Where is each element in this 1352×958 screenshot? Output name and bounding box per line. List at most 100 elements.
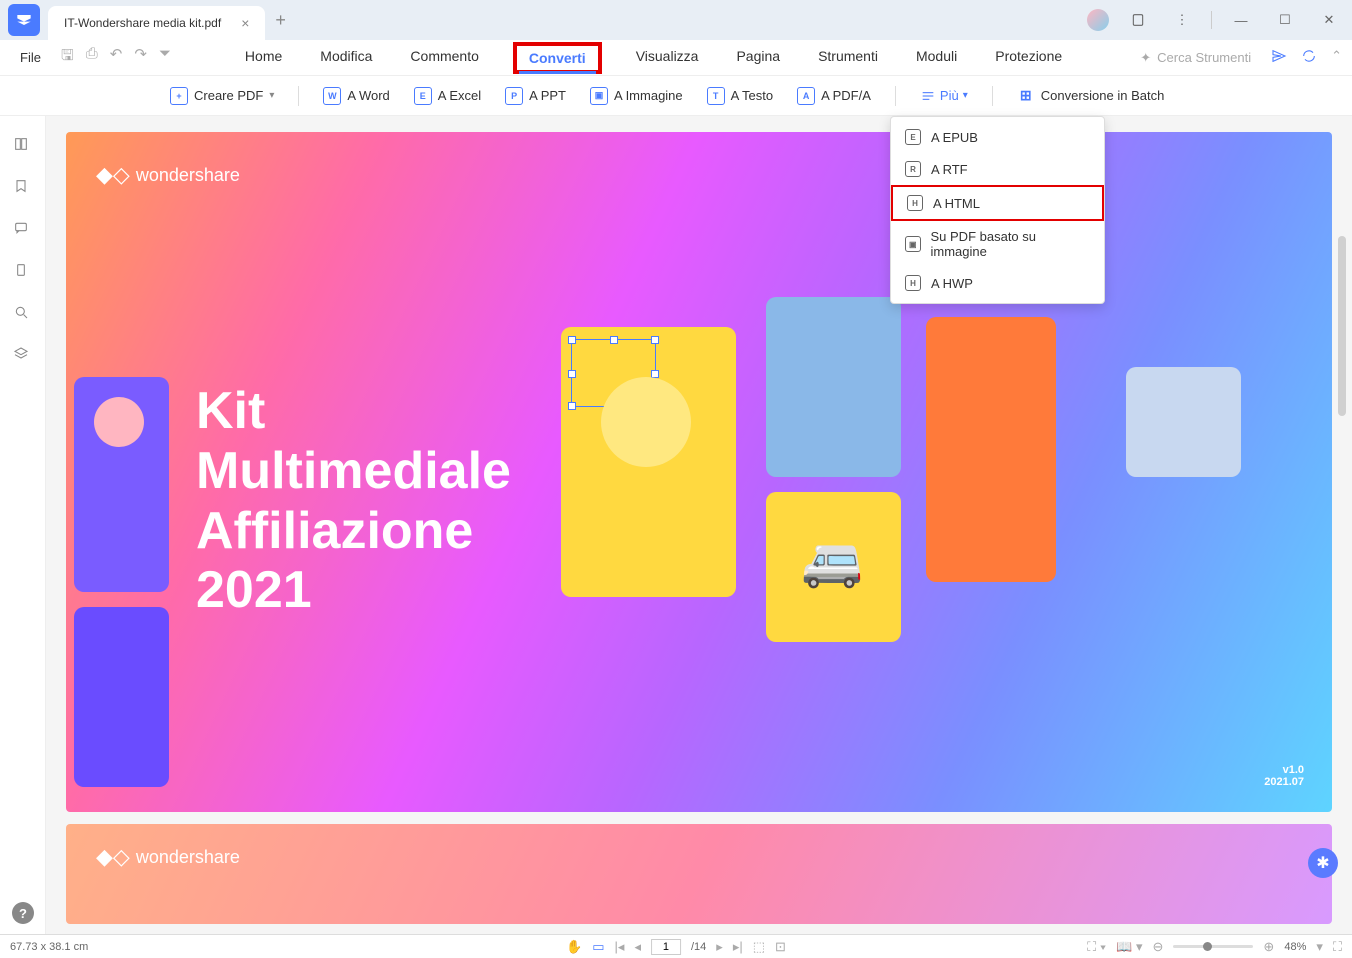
bookmark-icon[interactable] <box>13 178 33 198</box>
chevron-down-icon: ▾ <box>963 90 968 101</box>
sync-icon[interactable] <box>1301 48 1317 67</box>
to-hwp-item[interactable]: HA HWP <box>891 267 1104 299</box>
to-text-button[interactable]: TA Testo <box>707 87 773 105</box>
to-excel-button[interactable]: EA Excel <box>414 87 481 105</box>
tab-commento[interactable]: Commento <box>406 42 482 74</box>
hand-tool-icon[interactable]: ✋ <box>566 939 582 955</box>
minimize-button[interactable]: — <box>1226 5 1256 35</box>
html-icon: H <box>907 195 923 211</box>
help-button[interactable]: ? <box>12 902 34 924</box>
chevron-down-icon[interactable]: ▾ <box>1316 939 1323 955</box>
to-ppt-button[interactable]: PA PPT <box>505 87 566 105</box>
imgpdf-icon: ▣ <box>905 236 921 252</box>
to-epub-item[interactable]: EA EPUB <box>891 121 1104 153</box>
zoom-out-icon[interactable]: ⊖ <box>1153 939 1164 955</box>
last-page-icon[interactable]: ▸| <box>733 939 743 955</box>
assistant-button[interactable]: ✱ <box>1308 848 1338 878</box>
titlebar: IT-Wondershare media kit.pdf × + ⋮ — ☐ ✕ <box>0 0 1352 40</box>
kebab-menu-icon[interactable]: ⋮ <box>1167 5 1197 35</box>
tab-converti[interactable]: Converti <box>513 42 602 74</box>
statusbar: 67.73 x 38.1 cm ✋ ▭ |◂ ◂ /14 ▸ ▸| ⬚ ⊡ ⛶ … <box>0 934 1352 958</box>
to-image-button[interactable]: ▣A Immagine <box>590 87 683 105</box>
menubar: File 🖫 ⎙ ↶ ↷ ⏷ Home Modifica Commento Co… <box>0 40 1352 76</box>
zoom-in-icon[interactable]: ⊕ <box>1263 939 1274 955</box>
epub-icon: E <box>905 129 921 145</box>
to-image-pdf-item[interactable]: ▣Su PDF basato su immagine <box>891 221 1104 267</box>
read-mode-icon[interactable]: 📖 ▾ <box>1116 939 1142 955</box>
tab-home[interactable]: Home <box>241 42 286 74</box>
file-menu[interactable]: File <box>10 44 51 71</box>
fit-width-icon[interactable]: ⬚ <box>753 939 765 955</box>
to-rtf-item[interactable]: RA RTF <box>891 153 1104 185</box>
hwp-icon: H <box>905 275 921 291</box>
document-viewport[interactable]: W ◆◇ wondershare Kit Multimediale Affili… <box>46 116 1352 934</box>
version-label: v1.0 2021.07 <box>1264 764 1304 788</box>
new-tab-button[interactable]: + <box>275 10 286 31</box>
search-placeholder: Cerca Strumenti <box>1157 50 1251 65</box>
fit-page-icon[interactable]: ⊡ <box>775 939 786 955</box>
notes-icon[interactable] <box>1123 5 1153 35</box>
view-mode-icon[interactable]: ⛶ ▾ <box>1087 939 1106 955</box>
prev-page-icon[interactable]: ◂ <box>634 939 641 955</box>
pdf-page-2: ◆◇ wondershare <box>66 824 1332 924</box>
convert-toolbar: + Creare PDF ▾ WA Word EA Excel PA PPT ▣… <box>0 76 1352 116</box>
tab-strumenti[interactable]: Strumenti <box>814 42 882 74</box>
tab-modifica[interactable]: Modifica <box>316 42 376 74</box>
zoom-value[interactable]: 48% <box>1284 941 1306 953</box>
user-avatar[interactable] <box>1087 9 1109 31</box>
brand-logo: ◆◇ wondershare <box>96 844 240 870</box>
photo-card <box>766 492 901 642</box>
scrollbar[interactable] <box>1338 236 1346 416</box>
more-button[interactable]: Più ▾ <box>920 88 968 104</box>
next-page-icon[interactable]: ▸ <box>716 939 723 955</box>
qat-chevron-icon[interactable]: ⏷ <box>159 45 171 70</box>
to-word-button[interactable]: WA Word <box>323 87 389 105</box>
close-tab-icon[interactable]: × <box>241 15 249 31</box>
redo-icon[interactable]: ↷ <box>134 45 147 70</box>
page-total: /14 <box>691 941 706 953</box>
app-logo[interactable] <box>8 4 40 36</box>
tab-pagina[interactable]: Pagina <box>732 42 784 74</box>
document-tab[interactable]: IT-Wondershare media kit.pdf × <box>48 6 265 40</box>
thumbnails-icon[interactable] <box>13 136 33 156</box>
more-dropdown: EA EPUB RA RTF HA HTML ▣Su PDF basato su… <box>890 116 1105 304</box>
page-title: Kit Multimediale Affiliazione 2021 <box>196 382 511 621</box>
print-icon[interactable]: ⎙ <box>86 45 98 70</box>
photo-card-selected[interactable] <box>561 327 736 597</box>
batch-icon: ⊞ <box>1017 87 1035 105</box>
page-number-input[interactable] <box>651 939 681 955</box>
close-window-button[interactable]: ✕ <box>1314 5 1344 35</box>
to-pdfa-button[interactable]: AA PDF/A <box>797 87 871 105</box>
tab-protezione[interactable]: Protezione <box>991 42 1066 74</box>
layers-icon[interactable] <box>13 346 33 366</box>
select-tool-icon[interactable]: ▭ <box>592 939 604 955</box>
page-dimensions: 67.73 x 38.1 cm <box>10 941 88 953</box>
batch-conversion-button[interactable]: ⊞ Conversione in Batch <box>1017 87 1165 105</box>
search-icon[interactable] <box>13 304 33 324</box>
fullscreen-icon[interactable]: ⛶ <box>1333 939 1342 955</box>
chevron-down-icon: ▾ <box>269 90 274 101</box>
attachment-icon[interactable] <box>13 262 33 282</box>
chevron-up-icon[interactable]: ⌃ <box>1331 48 1342 67</box>
photo-card <box>1126 367 1241 477</box>
to-html-item[interactable]: HA HTML <box>891 185 1104 221</box>
search-tools[interactable]: ✦ Cerca Strumenti <box>1140 50 1251 66</box>
photo-card <box>766 297 901 477</box>
pdf-page-1: ◆◇ wondershare Kit Multimediale Affiliaz… <box>66 132 1332 812</box>
quick-access-toolbar: 🖫 ⎙ ↶ ↷ ⏷ <box>61 45 171 70</box>
zoom-slider[interactable] <box>1173 945 1253 948</box>
brand-mark-icon: ◆◇ <box>96 844 130 870</box>
create-pdf-button[interactable]: + Creare PDF ▾ <box>170 87 274 105</box>
save-icon[interactable]: 🖫 <box>61 45 74 70</box>
brand-mark-icon: ◆◇ <box>96 162 130 188</box>
left-sidebar <box>0 116 46 934</box>
tab-moduli[interactable]: Moduli <box>912 42 961 74</box>
photo-card <box>74 607 169 787</box>
tab-visualizza[interactable]: Visualizza <box>632 42 703 74</box>
photo-card <box>74 377 169 592</box>
comment-icon[interactable] <box>13 220 33 240</box>
first-page-icon[interactable]: |◂ <box>615 939 625 955</box>
maximize-button[interactable]: ☐ <box>1270 5 1300 35</box>
undo-icon[interactable]: ↶ <box>110 45 123 70</box>
send-icon[interactable] <box>1271 48 1287 67</box>
